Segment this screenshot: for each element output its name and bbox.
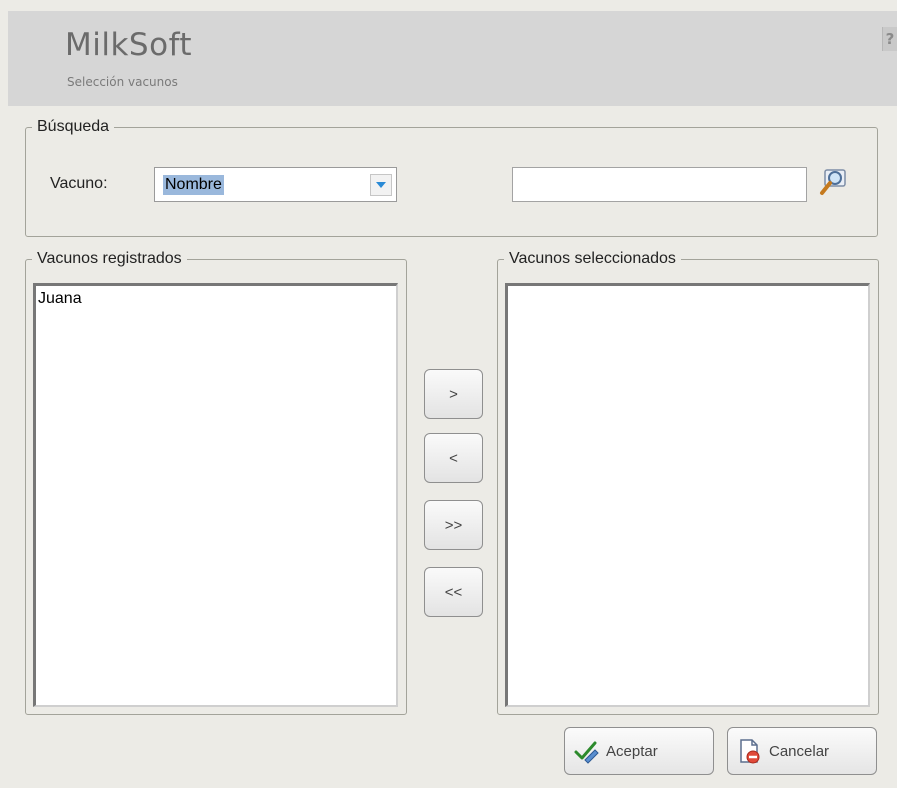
accept-button[interactable]: Aceptar	[564, 727, 714, 775]
magnifier-icon	[820, 169, 846, 195]
cancel-label: Cancelar	[769, 742, 830, 760]
selected-group-label: Vacunos seleccionados	[509, 250, 676, 267]
app-title: MilkSoft	[65, 27, 193, 63]
cancel-button[interactable]: Cancelar	[727, 727, 877, 775]
remove-one-button[interactable]: <	[424, 433, 483, 483]
move-all-button[interactable]: >>	[424, 500, 483, 550]
list-item[interactable]: Juana	[36, 286, 396, 312]
checkmark-pencil-icon	[574, 741, 599, 764]
registered-list[interactable]: Juana	[33, 283, 398, 707]
search-field-combo[interactable]: Nombre	[154, 167, 397, 202]
header-bar: MilkSoft Selección vacunos ?	[8, 11, 897, 106]
remove-all-button[interactable]: <<	[424, 567, 483, 617]
selected-list[interactable]	[505, 283, 870, 707]
document-cancel-icon	[740, 739, 760, 764]
chevron-down-icon[interactable]	[370, 174, 392, 196]
window-subtitle: Selección vacunos	[67, 75, 178, 89]
search-button[interactable]	[817, 165, 851, 199]
help-button[interactable]: ?	[882, 27, 897, 51]
search-group-label: Búsqueda	[37, 118, 110, 135]
registered-group-label: Vacunos registrados	[37, 250, 182, 267]
combo-selected-value: Nombre	[163, 175, 224, 195]
search-input[interactable]	[512, 167, 807, 202]
move-one-button[interactable]: >	[424, 369, 483, 419]
vacuno-label: Vacuno:	[50, 175, 108, 192]
accept-label: Aceptar	[606, 742, 658, 760]
